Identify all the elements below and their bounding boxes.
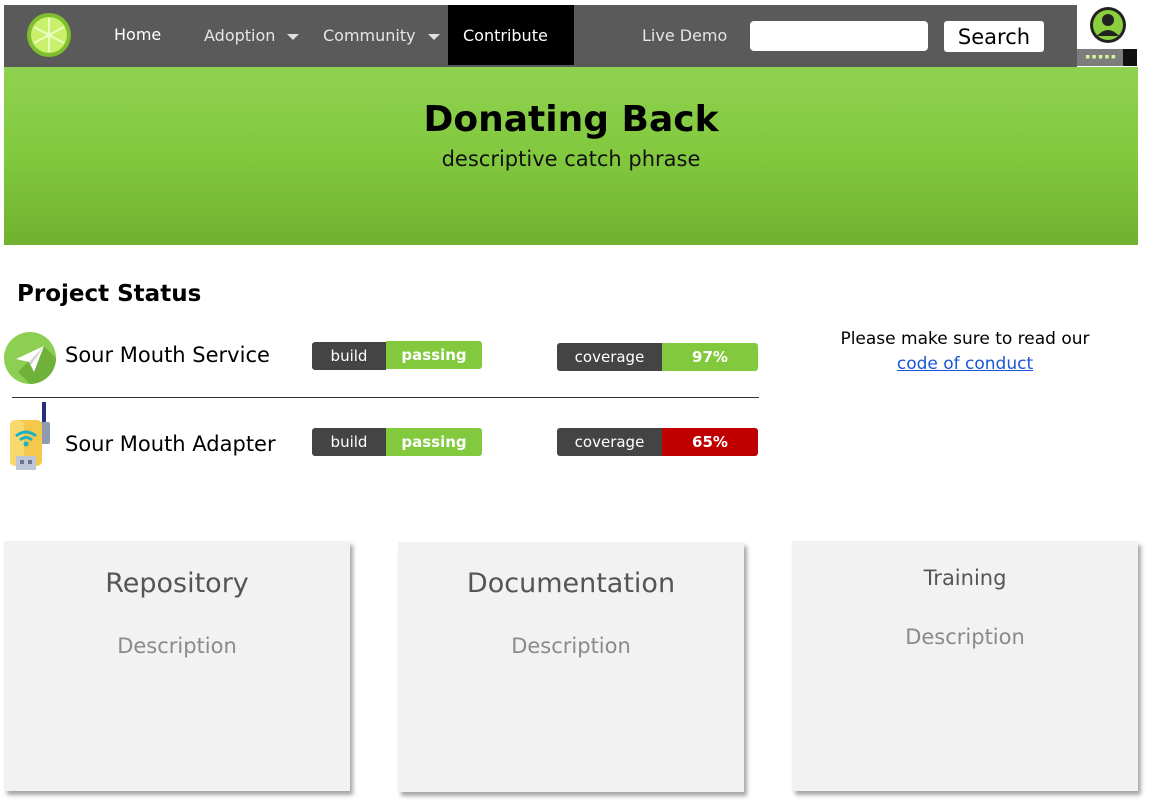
user-menu[interactable]: ▪▪▪▪▪ <box>1077 4 1137 66</box>
code-of-conduct-link[interactable]: code of conduct <box>897 354 1033 374</box>
build-badge-label: build <box>312 342 386 370</box>
nav-live-demo-label: Live Demo <box>642 26 728 45</box>
card-title: Training <box>923 566 1007 590</box>
build-badge-label: build <box>312 428 386 456</box>
build-badge[interactable]: build passing <box>312 428 482 456</box>
user-avatar-icon[interactable] <box>1089 6 1127 44</box>
page-subtitle: descriptive catch phrase <box>441 147 701 171</box>
build-badge-value: passing <box>386 341 482 369</box>
chevron-down-icon <box>427 33 440 40</box>
paper-plane-icon <box>4 332 56 384</box>
page-title: Donating Back <box>423 99 719 140</box>
nav-home[interactable]: Home <box>114 5 161 65</box>
conduct-text: Please make sure to read our <box>840 329 1090 349</box>
code-of-conduct-notice: Please make sure to read our code of con… <box>800 327 1130 377</box>
card-description: Description <box>511 634 631 658</box>
search-input[interactable] <box>750 21 928 51</box>
nav-adoption-label: Adoption <box>204 26 276 45</box>
nav-home-label: Home <box>114 25 162 44</box>
divider <box>12 397 759 398</box>
coverage-badge-value: 65% <box>662 428 758 456</box>
hero-banner: Donating Back descriptive catch phrase <box>4 67 1138 245</box>
card-title: Documentation <box>466 568 676 599</box>
card-training[interactable]: Training Description <box>792 541 1138 791</box>
project-name: Sour Mouth Service <box>65 343 270 367</box>
card-title: Repository <box>105 568 249 599</box>
chevron-down-icon <box>287 33 300 40</box>
nav-live-demo[interactable]: Live Demo <box>642 5 727 65</box>
wifi-adapter-icon <box>10 402 50 470</box>
card-repository[interactable]: Repository Description <box>4 541 350 791</box>
coverage-badge[interactable]: coverage 97% <box>557 343 758 371</box>
nav-community-label: Community <box>323 26 416 45</box>
search-button[interactable]: Search <box>944 21 1044 52</box>
coverage-badge-label: coverage <box>557 343 662 371</box>
nav-contribute-label: Contribute <box>463 26 548 45</box>
nav-adoption[interactable]: Adoption <box>204 5 300 65</box>
coverage-badge-value: 97% <box>662 343 758 371</box>
project-name: Sour Mouth Adapter <box>65 432 276 456</box>
coverage-badge[interactable]: coverage 65% <box>557 428 758 456</box>
card-documentation[interactable]: Documentation Description <box>398 542 744 792</box>
coverage-badge-label: coverage <box>557 428 662 456</box>
card-description: Description <box>905 625 1025 649</box>
avatar-strip-end <box>1123 49 1137 66</box>
more-dots-icon: ▪▪▪▪▪ <box>1085 52 1118 62</box>
nav-contribute[interactable]: Contribute <box>448 5 574 102</box>
top-nav: Home Adoption Community Contribute Live … <box>4 5 1077 102</box>
build-badge-value: passing <box>386 428 482 456</box>
build-badge[interactable]: build passing <box>312 341 482 370</box>
card-description: Description <box>117 634 237 658</box>
nav-community[interactable]: Community <box>323 5 440 65</box>
project-status-heading: Project Status <box>17 281 202 307</box>
lime-logo-icon[interactable] <box>26 12 72 58</box>
